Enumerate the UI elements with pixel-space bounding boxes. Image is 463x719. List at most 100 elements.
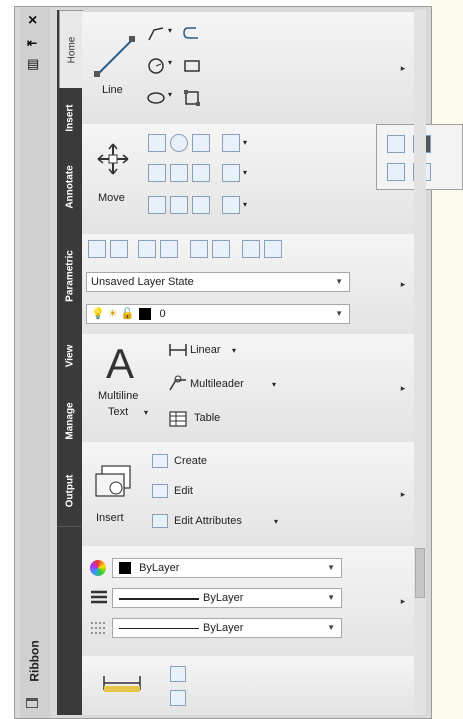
- measure-icon[interactable]: [102, 672, 142, 694]
- close-icon[interactable]: ×: [28, 12, 37, 30]
- annotation-panel: A Multiline Text ▾ Linear ▾ Multileader …: [82, 334, 414, 444]
- create-label[interactable]: Create: [174, 455, 207, 467]
- dropdown-arrow-icon[interactable]: ▾: [232, 346, 236, 355]
- layer-properties-icon[interactable]: [88, 240, 106, 258]
- chevron-down-icon: ▼: [327, 593, 335, 602]
- dropdown-arrow-icon[interactable]: ▾: [274, 517, 278, 526]
- tab-output[interactable]: Output: [57, 456, 82, 527]
- dropdown-arrow-icon[interactable]: ▾: [272, 380, 276, 389]
- undo-arc-icon[interactable]: [182, 24, 202, 44]
- dropdown-arrow-icon[interactable]: ▾: [243, 138, 247, 147]
- move-icon[interactable]: [96, 142, 130, 176]
- multiline-text-label: Multiline: [98, 390, 139, 402]
- tab-view[interactable]: View: [57, 326, 82, 387]
- dropdown-arrow-icon[interactable]: ▾: [168, 26, 172, 35]
- id-point-icon[interactable]: [170, 690, 186, 706]
- line-icon[interactable]: [92, 34, 138, 80]
- extend-icon[interactable]: [222, 134, 240, 152]
- edit-label[interactable]: Edit: [174, 485, 193, 497]
- panel-expand-icon[interactable]: ▸: [398, 489, 408, 499]
- properties-panel: ByLayer ▼ ByLayer ▼ ByLayer ▼ ▸: [82, 546, 414, 658]
- layer-isolate-icon[interactable]: [138, 240, 156, 258]
- offset-icon[interactable]: [387, 135, 405, 153]
- dropdown-arrow-icon[interactable]: ▾: [168, 58, 172, 67]
- linetype-dropdown[interactable]: ByLayer ▼: [112, 618, 342, 638]
- text-label: Text: [108, 406, 129, 418]
- create-block-icon[interactable]: [152, 454, 168, 468]
- trim-icon[interactable]: [192, 134, 210, 152]
- scale-icon[interactable]: [170, 196, 188, 214]
- ellipse-icon[interactable]: [146, 88, 166, 108]
- tab-parametric[interactable]: Parametric: [57, 226, 82, 327]
- palette-title: Ribbon: [27, 640, 42, 682]
- layer-freeze-icon[interactable]: [190, 240, 208, 258]
- lineweight-value: ByLayer: [203, 592, 244, 604]
- lineweight-preview: [119, 598, 199, 600]
- rectangle-icon[interactable]: [182, 56, 202, 76]
- layer-state-dropdown[interactable]: Unsaved Layer State ▼: [86, 272, 350, 292]
- table-icon[interactable]: [168, 410, 188, 428]
- mirror-icon[interactable]: [192, 164, 210, 182]
- sun-icon: ☀: [107, 308, 118, 320]
- break-icon[interactable]: [387, 163, 405, 181]
- palette-menu-icon[interactable]: [26, 698, 38, 708]
- rotate-icon[interactable]: [170, 134, 188, 152]
- polyline-icon[interactable]: [146, 24, 166, 44]
- layer-match-icon[interactable]: [242, 240, 260, 258]
- tab-home[interactable]: Home: [59, 10, 83, 90]
- chevron-down-icon: ▼: [335, 309, 343, 318]
- color-value: ByLayer: [139, 562, 180, 574]
- circle-icon[interactable]: [146, 56, 166, 76]
- fillet-icon[interactable]: [170, 164, 188, 182]
- multileader-label[interactable]: Multileader: [190, 378, 244, 390]
- panel-expand-icon[interactable]: ▸: [398, 596, 408, 606]
- layer-previous-icon[interactable]: [264, 240, 282, 258]
- panel-expand-icon[interactable]: ▸: [398, 279, 408, 289]
- edit-attributes-icon[interactable]: [152, 514, 168, 528]
- polygon-icon[interactable]: [182, 88, 202, 108]
- panel-expand-icon[interactable]: ▸: [398, 63, 408, 73]
- erase-icon[interactable]: [148, 196, 166, 214]
- linear-dimension-icon[interactable]: [168, 342, 188, 358]
- dropdown-arrow-icon[interactable]: ▾: [168, 90, 172, 99]
- color-swatch: [119, 562, 131, 575]
- panel-expand-icon[interactable]: ▸: [398, 383, 408, 393]
- layer-state-icon[interactable]: [110, 240, 128, 258]
- tab-insert[interactable]: Insert: [57, 88, 82, 149]
- block-panel: Insert Create Edit Edit Attributes ▾ ▸: [82, 442, 414, 548]
- tab-annotate[interactable]: Annotate: [57, 148, 82, 227]
- color-swatch: [139, 308, 152, 321]
- lightbulb-icon: 💡: [91, 308, 105, 320]
- color-wheel-icon: [90, 560, 106, 576]
- explode-icon[interactable]: [222, 164, 240, 182]
- dropdown-arrow-icon[interactable]: ▾: [243, 168, 247, 177]
- layer-unisolate-icon[interactable]: [160, 240, 178, 258]
- insert-block-icon[interactable]: [94, 464, 134, 500]
- current-layer-value: 0: [159, 308, 166, 320]
- dropdown-arrow-icon[interactable]: ▾: [144, 408, 148, 417]
- chamfer-icon[interactable]: [222, 196, 240, 214]
- properties-icon[interactable]: ▤: [27, 56, 39, 72]
- lineweight-dropdown[interactable]: ByLayer ▼: [112, 588, 342, 608]
- layer-dropdown[interactable]: 💡 ☀ 🔓 0 ▼: [86, 304, 350, 324]
- chevron-down-icon: ▼: [335, 277, 343, 286]
- copy-icon[interactable]: [148, 134, 166, 152]
- autohide-icon[interactable]: ⇤: [27, 36, 37, 50]
- edit-block-icon[interactable]: [152, 484, 168, 498]
- table-label[interactable]: Table: [194, 412, 220, 424]
- palette-titlebar: × ⇤ ▤ Ribbon: [20, 8, 50, 718]
- edit-attributes-label[interactable]: Edit Attributes: [174, 515, 242, 527]
- stretch-icon[interactable]: [148, 164, 166, 182]
- multiline-text-icon[interactable]: A: [106, 340, 134, 388]
- array-icon[interactable]: [192, 196, 210, 214]
- quick-calc-icon[interactable]: [170, 666, 186, 682]
- scrollbar-thumb[interactable]: [415, 548, 425, 598]
- ribbon-scrollbar[interactable]: [414, 10, 426, 715]
- multileader-icon[interactable]: [168, 374, 188, 392]
- linear-label[interactable]: Linear: [190, 344, 221, 356]
- dropdown-arrow-icon[interactable]: ▾: [243, 200, 247, 209]
- tab-manage[interactable]: Manage: [57, 386, 82, 457]
- linetype-value: ByLayer: [203, 622, 244, 634]
- layer-off-icon[interactable]: [212, 240, 230, 258]
- color-dropdown[interactable]: ByLayer ▼: [112, 558, 342, 578]
